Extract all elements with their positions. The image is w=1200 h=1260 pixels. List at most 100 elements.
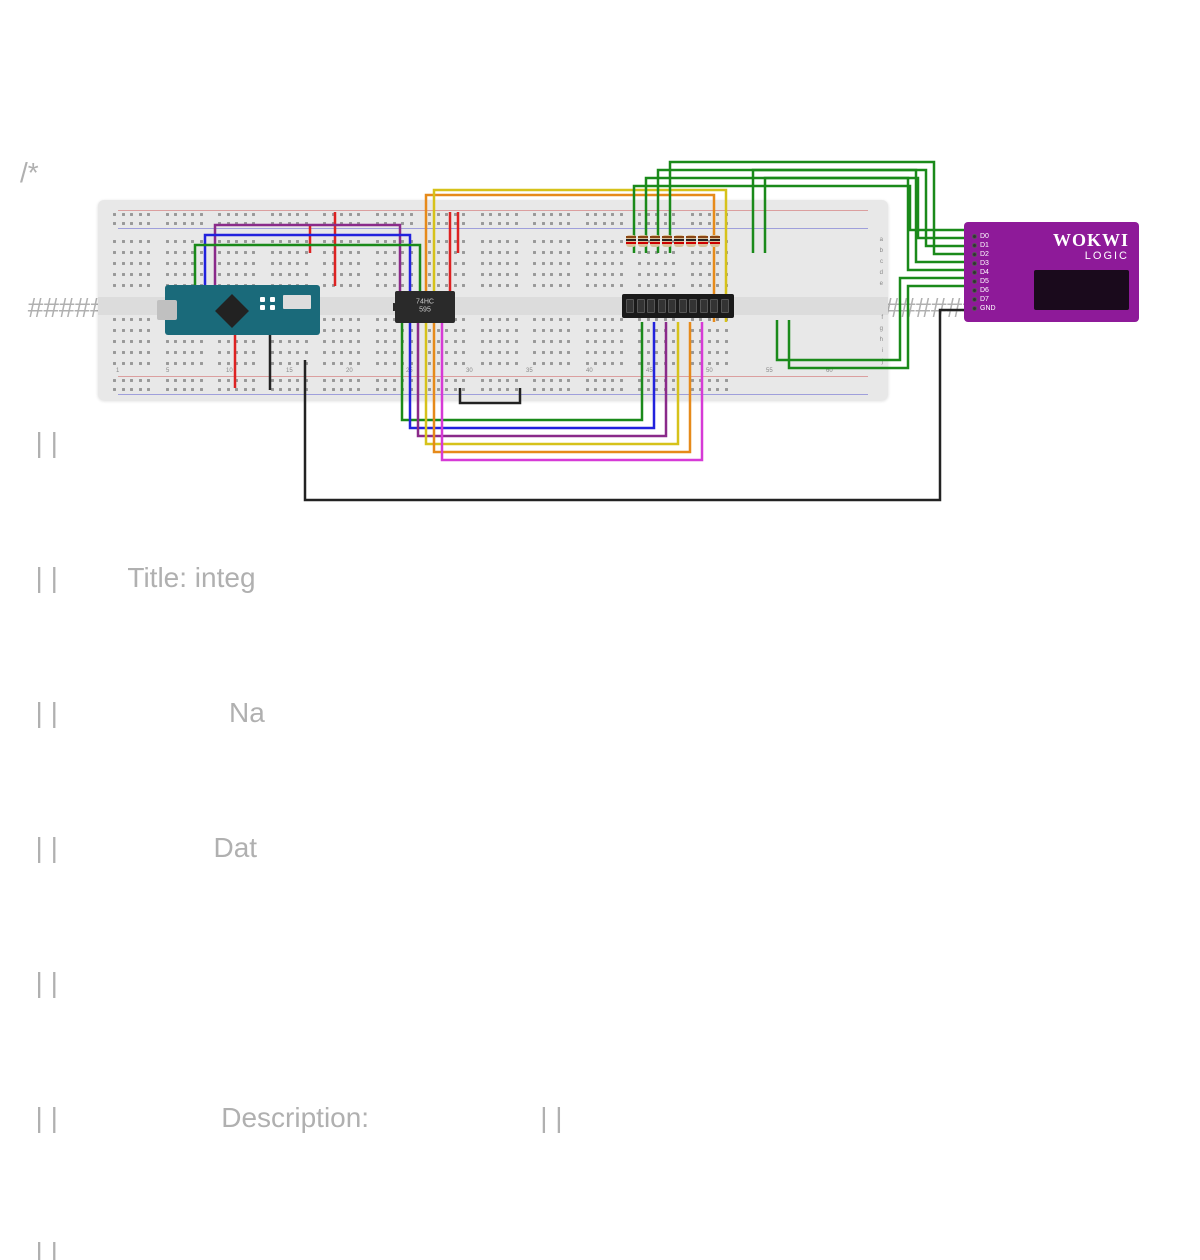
col-label: 5 [166, 368, 169, 374]
col-label: 55 [766, 368, 773, 374]
logic-pin-header: D0 D1 D2 D3 D4 D5 D6 D7 GND [972, 232, 996, 313]
resistor [662, 232, 672, 250]
led-segment [689, 299, 697, 313]
board-led-icon [270, 305, 275, 310]
code-line: | | [20, 960, 1040, 1005]
row-label: a [880, 237, 883, 243]
row-label: f [881, 315, 883, 321]
led-segment [710, 299, 718, 313]
led-segment [668, 299, 676, 313]
row-label: d [880, 270, 883, 276]
hole-row [113, 362, 873, 365]
resistor [698, 232, 708, 250]
col-label: 10 [226, 368, 233, 374]
row-label: e [880, 281, 883, 287]
pin-label: D1 [980, 242, 989, 249]
pin-hole-icon [972, 297, 977, 302]
logic-pin-row[interactable]: D2 [972, 250, 996, 259]
code-line: | | Description: | | [20, 1095, 1040, 1140]
code-line: | | [20, 1230, 1040, 1260]
col-label: 35 [526, 368, 533, 374]
hole-row [113, 262, 873, 265]
pin-label: D3 [980, 260, 989, 267]
pin-label: D7 [980, 296, 989, 303]
logic-pin-row[interactable]: D1 [972, 241, 996, 250]
row-label: c [880, 259, 883, 265]
resistor [638, 232, 648, 250]
mcu-chip-icon [215, 294, 249, 328]
logic-pin-row[interactable]: D3 [972, 259, 996, 268]
led-segment [647, 299, 655, 313]
led-segment [626, 299, 634, 313]
logic-screen [1034, 270, 1129, 310]
logic-analyzer[interactable]: WOKWI LOGIC D0 D1 D2 D3 D4 D5 D6 D7 GND [964, 222, 1139, 322]
col-label: 20 [346, 368, 353, 374]
col-label: 50 [706, 368, 713, 374]
row-label: b [880, 248, 883, 254]
row-label: h [880, 337, 883, 343]
pin-label: GND [980, 305, 996, 312]
ic-notch-icon [393, 303, 398, 311]
col-label: 45 [646, 368, 653, 374]
logic-pin-row[interactable]: D4 [972, 268, 996, 277]
led-bar-graph[interactable] [622, 294, 734, 318]
ic-label: 74HC 595 [416, 299, 434, 316]
hole-row [113, 351, 873, 354]
resistor [710, 232, 720, 250]
row-label: i [882, 348, 883, 354]
pin-label: D4 [980, 269, 989, 276]
pin-hole-icon [972, 306, 977, 311]
usb-port-icon [157, 300, 177, 320]
pin-label: D2 [980, 251, 989, 258]
logic-brand-label: WOKWI [1053, 230, 1129, 251]
logic-pin-row[interactable]: GND [972, 304, 996, 313]
code-line: | | Na [20, 690, 1040, 735]
col-label: 40 [586, 368, 593, 374]
col-label: 15 [286, 368, 293, 374]
board-led-icon [270, 297, 275, 302]
led-segment [679, 299, 687, 313]
hole-row [113, 273, 873, 276]
pin-hole-icon [972, 288, 977, 293]
code-line: | | Dat [20, 825, 1040, 870]
pin-label: D0 [980, 233, 989, 240]
resistor-bank[interactable] [626, 232, 726, 252]
hole-row [113, 388, 873, 391]
col-label: 30 [466, 368, 473, 374]
row-label: g [880, 326, 883, 332]
logic-pin-row[interactable]: D6 [972, 286, 996, 295]
hole-row [113, 213, 873, 216]
resistor [686, 232, 696, 250]
resistor [674, 232, 684, 250]
board-led-icon [260, 305, 265, 310]
ic-sub: 595 [419, 307, 431, 314]
led-segment [700, 299, 708, 313]
pin-hole-icon [972, 261, 977, 266]
col-label: 1 [116, 368, 119, 374]
pin-hole-icon [972, 234, 977, 239]
reset-button-icon [283, 295, 311, 309]
hole-row [113, 251, 873, 254]
logic-pin-row[interactable]: D0 [972, 232, 996, 241]
pin-hole-icon [972, 270, 977, 275]
resistor [626, 232, 636, 250]
hole-row [113, 379, 873, 382]
ic-74hc595[interactable]: 74HC 595 [395, 291, 455, 323]
col-label: 25 [406, 368, 413, 374]
logic-subtitle: LOGIC [1085, 250, 1129, 262]
arduino-nano[interactable] [165, 285, 320, 335]
pin-hole-icon [972, 252, 977, 257]
hole-row [113, 340, 873, 343]
ic-name: 74HC [416, 299, 434, 306]
logic-pin-row[interactable]: D7 [972, 295, 996, 304]
logic-pin-row[interactable]: D5 [972, 277, 996, 286]
led-segment [658, 299, 666, 313]
led-segment [637, 299, 645, 313]
pin-label: D6 [980, 287, 989, 294]
hole-row [113, 222, 873, 225]
code-line: /* [20, 150, 1040, 195]
pin-hole-icon [972, 279, 977, 284]
pin-label: D5 [980, 278, 989, 285]
hole-row [113, 240, 873, 243]
power-rail-blue [118, 228, 868, 234]
